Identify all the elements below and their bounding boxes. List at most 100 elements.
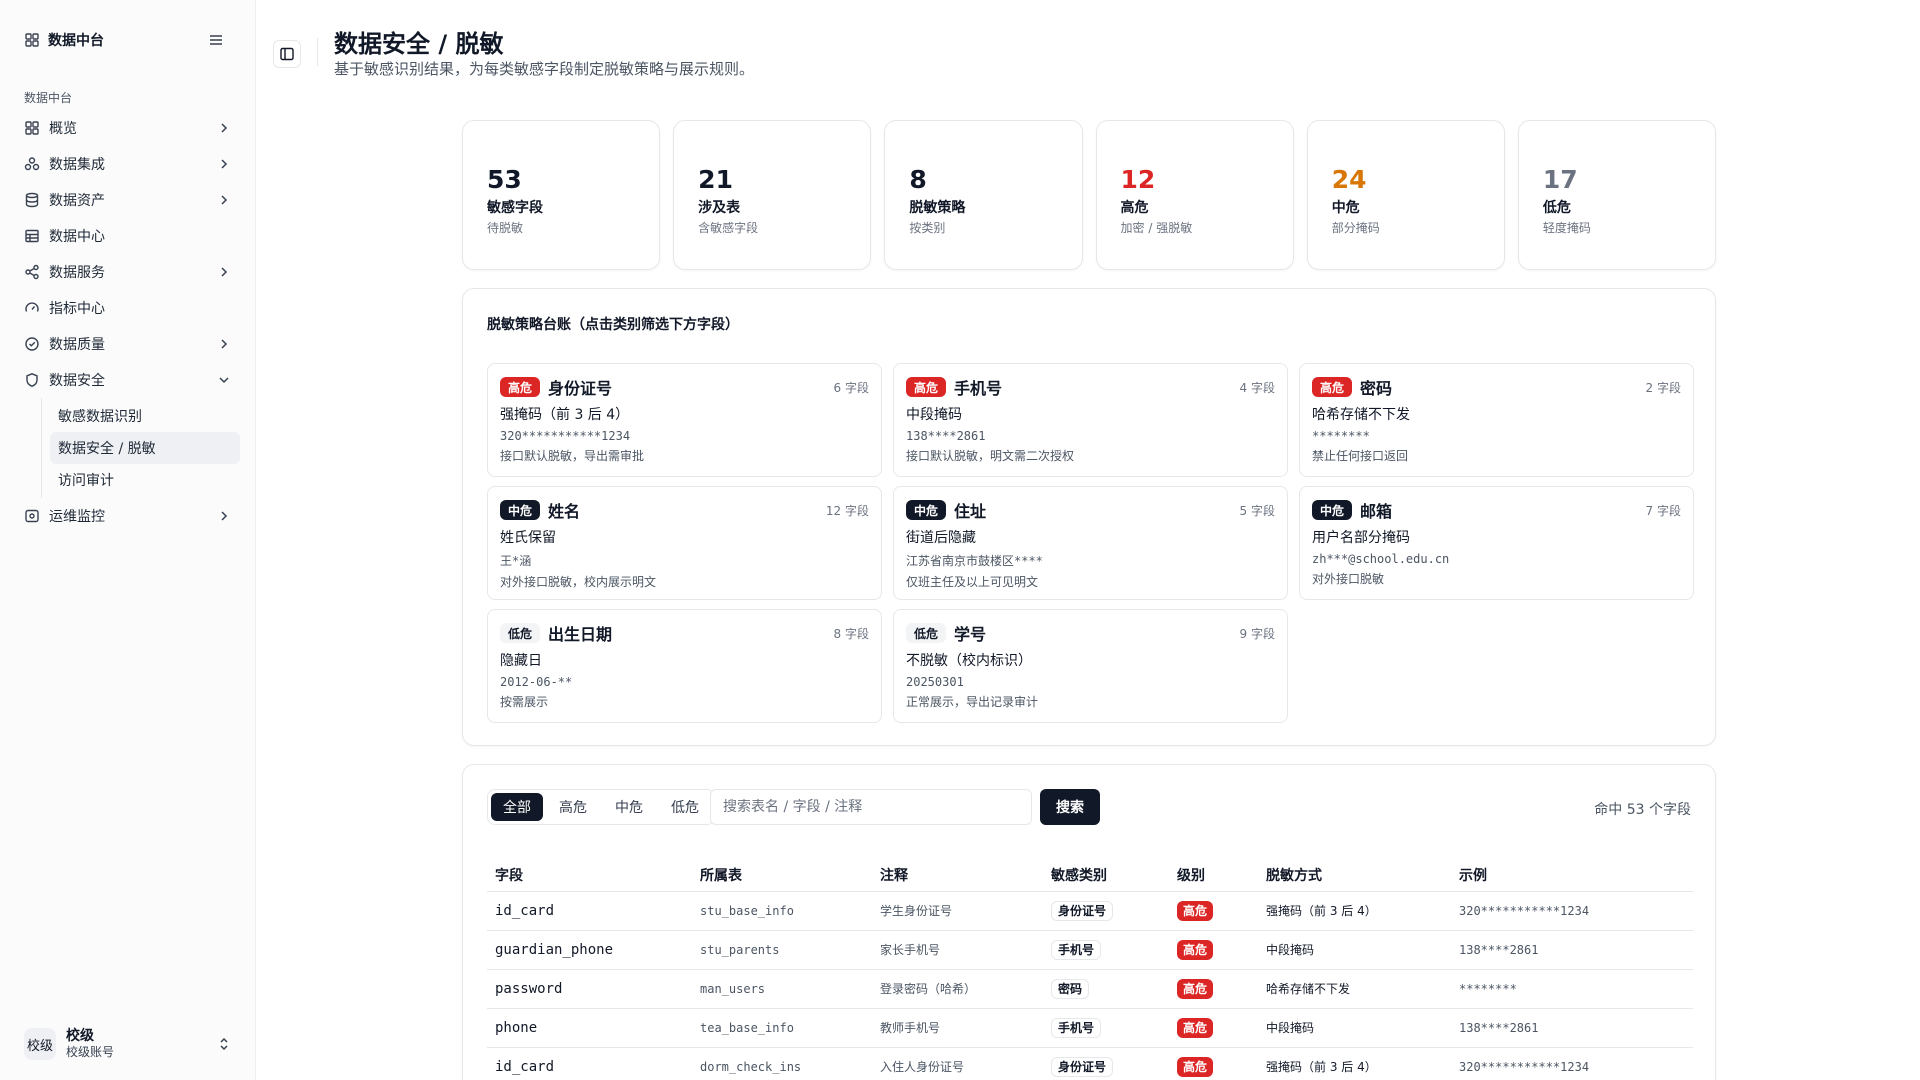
policy-name: 出生日期 bbox=[548, 625, 613, 644]
policy-rule: 按需展示 bbox=[500, 695, 549, 709]
sidebar-item-services[interactable]: 数据服务 bbox=[16, 254, 240, 290]
risk-badge: 高危 bbox=[906, 377, 947, 397]
sidebar-toggle-button[interactable] bbox=[273, 40, 301, 68]
sidebar-item-label: 数据中心 bbox=[49, 229, 105, 245]
sidebar-item-data-center[interactable]: 数据中心 bbox=[16, 218, 240, 254]
column-header[interactable]: 所属表 bbox=[692, 859, 872, 892]
policy-name: 身份证号 bbox=[548, 379, 613, 398]
column-header[interactable]: 示例 bbox=[1451, 859, 1693, 892]
sidebar-subitem-access-audit[interactable]: 访问审计 bbox=[50, 464, 240, 496]
policy-card-password[interactable]: 高危 密码 2 字段 哈希存储不下发 ******** 禁止任何接口返回 bbox=[1299, 363, 1694, 477]
tab-low[interactable]: 低危 bbox=[659, 793, 711, 821]
table-row[interactable]: id_card dorm_check_ins 入住人身份证号 身份证号 高危 强… bbox=[487, 1047, 1693, 1080]
stat-value: 12 bbox=[1120, 165, 1156, 194]
policy-example: ******** bbox=[1312, 429, 1370, 443]
sidebar-item-security[interactable]: 数据安全 bbox=[16, 362, 240, 398]
stat-note: 部分掩码 bbox=[1331, 221, 1380, 235]
search-input[interactable] bbox=[710, 789, 1032, 825]
policy-card-birthdate[interactable]: 低危 出生日期 8 字段 隐藏日 2012-06-** 按需展示 bbox=[487, 609, 882, 723]
stat-note: 按类别 bbox=[909, 221, 946, 235]
column-header[interactable]: 脱敏方式 bbox=[1258, 859, 1451, 892]
column-header[interactable]: 字段 bbox=[487, 859, 692, 892]
comment-cell: 家长手机号 bbox=[872, 930, 1043, 970]
menu-toggle-button[interactable] bbox=[206, 30, 226, 50]
security-sub-nav: 敏感数据识别 数据安全 / 脱敏 访问审计 bbox=[41, 398, 240, 498]
stat-value: 53 bbox=[487, 165, 522, 194]
monitor-icon bbox=[25, 509, 39, 523]
example-cell: 138****2861 bbox=[1451, 1008, 1693, 1048]
level-cell: 高危 bbox=[1169, 1047, 1258, 1080]
field-cell: password bbox=[487, 969, 692, 1009]
avatar: 校级 bbox=[24, 1028, 56, 1060]
policy-name: 邮箱 bbox=[1360, 502, 1393, 521]
policy-rule: 禁止任何接口返回 bbox=[1312, 449, 1409, 463]
chevron-right-icon bbox=[221, 195, 228, 205]
sidebar-subitem-masking[interactable]: 数据安全 / 脱敏 bbox=[50, 432, 240, 464]
column-header[interactable]: 注释 bbox=[872, 859, 1043, 892]
method-cell: 强掩码（前 3 后 4） bbox=[1258, 1047, 1451, 1080]
stat-note: 加密 / 强脱敏 bbox=[1120, 221, 1193, 235]
table-row[interactable]: password man_users 登录密码（哈希） 密码 高危 哈希存储不下… bbox=[487, 969, 1693, 1009]
page-title: 数据安全 / 脱敏 bbox=[334, 30, 504, 58]
policy-method: 中段掩码 bbox=[906, 407, 962, 423]
table-name-cell: man_users bbox=[692, 969, 872, 1009]
sidebar-item-label: 数据资产 bbox=[49, 193, 105, 209]
policy-card-email[interactable]: 中危 邮箱 7 字段 用户名部分掩码 zh***@school.edu.cn 对外… bbox=[1299, 486, 1694, 600]
chevron-right-icon bbox=[221, 511, 228, 521]
level-badge: 高危 bbox=[1177, 1017, 1214, 1038]
policy-name: 姓名 bbox=[548, 502, 581, 521]
table-row[interactable]: phone tea_base_info 教师手机号 手机号 高危 中段掩码 13… bbox=[487, 1008, 1693, 1048]
sidebar-item-overview[interactable]: 概览 bbox=[16, 110, 240, 146]
sidebar-item-ops[interactable]: 运维监控 bbox=[16, 498, 240, 534]
table-name-cell: stu_base_info bbox=[692, 891, 872, 931]
policy-card-phone[interactable]: 高危 手机号 4 字段 中段掩码 138****2861 接口默认脱敏，明文需二次… bbox=[893, 363, 1288, 477]
stat-label: 脱敏策略 bbox=[909, 200, 966, 216]
level-badge: 高危 bbox=[1177, 978, 1214, 999]
integration-icon bbox=[24, 157, 40, 171]
risk-badge: 高危 bbox=[500, 377, 541, 397]
column-header[interactable]: 敏感类别 bbox=[1043, 859, 1169, 892]
tab-mid[interactable]: 中危 bbox=[603, 793, 655, 821]
policy-name: 住址 bbox=[954, 502, 987, 521]
stats-row: 53 敏感字段 待脱敏 21 涉及表 含敏感字段 8 脱敏策略 按类别 12 高… bbox=[462, 120, 1717, 270]
policy-field-count: 5 字段 bbox=[1239, 504, 1275, 518]
risk-badge: 低危 bbox=[906, 623, 947, 643]
field-cell: id_card bbox=[487, 891, 692, 931]
level-badge: 高危 bbox=[1177, 900, 1214, 921]
policy-card-id-card[interactable]: 高危 身份证号 6 字段 强掩码（前 3 后 4） 320***********1… bbox=[487, 363, 882, 477]
table-name-cell: stu_parents bbox=[692, 930, 872, 970]
sidebar-item-label: 数据质量 bbox=[49, 337, 105, 353]
chevron-right-icon bbox=[221, 159, 228, 169]
brand[interactable]: 数据中台 bbox=[24, 30, 104, 50]
risk-badge: 中危 bbox=[500, 500, 541, 520]
sidebar-item-metrics[interactable]: 指标中心 bbox=[16, 290, 240, 326]
policy-method: 姓氏保留 bbox=[500, 530, 556, 546]
example-cell: 138****2861 bbox=[1451, 930, 1693, 970]
tab-high[interactable]: 高危 bbox=[547, 793, 599, 821]
policy-card-student-id[interactable]: 低危 学号 9 字段 不脱敏（校内标识） 20250301 正常展示，导出记录审计 bbox=[893, 609, 1288, 723]
method-cell: 哈希存储不下发 bbox=[1258, 969, 1451, 1009]
brand-name: 数据中台 bbox=[48, 33, 104, 49]
sidebar-subitem-sensitive-detection[interactable]: 敏感数据识别 bbox=[50, 400, 240, 432]
account-switcher[interactable]: 校级 校级 校级账号 bbox=[16, 1022, 240, 1066]
account-role: 校级账号 bbox=[66, 1045, 115, 1059]
comment-cell: 登录密码（哈希） bbox=[872, 969, 1043, 1009]
sidebar-item-quality[interactable]: 数据质量 bbox=[16, 326, 240, 362]
tab-all[interactable]: 全部 bbox=[491, 793, 543, 821]
risk-badge: 高危 bbox=[1312, 377, 1353, 397]
policy-card-address[interactable]: 中危 住址 5 字段 街道后隐藏 江苏省南京市鼓楼区**** 仅班主任及以上可见明… bbox=[893, 486, 1288, 600]
comment-cell: 教师手机号 bbox=[872, 1008, 1043, 1048]
database-icon bbox=[25, 192, 39, 208]
stat-card-high-risk: 12 高危 加密 / 强脱敏 bbox=[1095, 120, 1294, 270]
search-button[interactable]: 搜索 bbox=[1040, 789, 1100, 825]
policy-rule: 对外接口脱敏，校内展示明文 bbox=[500, 575, 657, 589]
policy-card-name[interactable]: 中危 姓名 12 字段 姓氏保留 王*涵 对外接口脱敏，校内展示明文 bbox=[487, 486, 882, 600]
policy-example: zh***@school.edu.cn bbox=[1312, 552, 1450, 566]
sidebar-item-integration[interactable]: 数据集成 bbox=[16, 146, 240, 182]
column-header[interactable]: 级别 bbox=[1169, 859, 1258, 892]
policy-example: 320***********1234 bbox=[500, 429, 631, 443]
risk-badge: 中危 bbox=[1312, 500, 1353, 520]
table-row[interactable]: guardian_phone stu_parents 家长手机号 手机号 高危 … bbox=[487, 930, 1693, 970]
sidebar-item-assets[interactable]: 数据资产 bbox=[16, 182, 240, 218]
table-row[interactable]: id_card stu_base_info 学生身份证号 身份证号 高危 强掩码… bbox=[487, 891, 1693, 931]
